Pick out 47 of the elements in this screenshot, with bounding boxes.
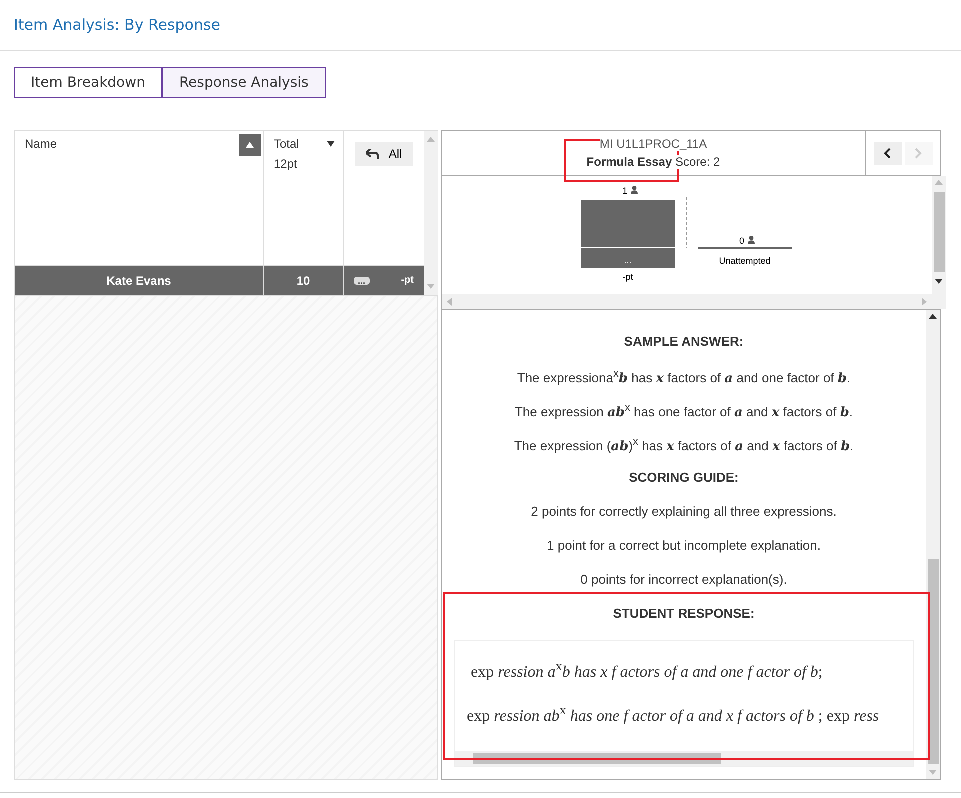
view-tab[interactable]: Item Breakdown <box>14 67 162 98</box>
column-header: Total <box>274 137 300 151</box>
response-line: exp ression ab$^{x}$ has one f actor of a and x f actors of b ; exp ress <box>467 708 880 726</box>
block-label: ... <box>624 255 632 265</box>
sort-up-icon <box>246 142 254 148</box>
item-type: Formula Essay <box>586 155 672 169</box>
sort-button[interactable] <box>239 134 261 156</box>
paragraph: The expression (ab)$^{x}$ has x factors of a and x factors of b. <box>514 436 854 456</box>
scroll-thumb[interactable] <box>934 192 944 272</box>
section-heading: SCORING GUIDE: <box>629 470 739 485</box>
response-block[interactable] <box>581 248 675 268</box>
item-score-label: Score: 2 <box>676 155 720 169</box>
section-heading: STUDENT RESPONSE: <box>613 606 755 621</box>
previous-button[interactable] <box>874 142 902 164</box>
student-row[interactable]: Kate Evans 10 ... -pt <box>15 266 424 295</box>
scroll-up-icon[interactable] <box>929 314 937 319</box>
paragraph: 1 point for a correct but incomplete explanation. <box>547 538 821 555</box>
sort-down-icon[interactable] <box>327 141 335 147</box>
chevron-right-icon <box>915 148 922 158</box>
item-id: MI U1L1PROC_11A <box>600 137 708 151</box>
response-count: 1 <box>622 186 628 196</box>
item-score: -pt <box>401 275 414 286</box>
page-title: Item Analysis: By Response <box>14 16 221 34</box>
scroll-right-icon[interactable] <box>922 298 927 306</box>
group-label: Unattempted <box>719 256 771 266</box>
column-header: Name <box>25 137 58 151</box>
view-tab[interactable]: Response Analysis <box>162 67 326 98</box>
response-chip[interactable]: ... <box>354 276 370 285</box>
person-icon <box>748 236 755 244</box>
total-score: 10 <box>296 274 310 288</box>
paragraph: 2 points for correctly explaining all three expressions. <box>531 504 837 521</box>
chevron-left-icon <box>884 148 891 158</box>
paragraph: 0 points for incorrect explanation(s). <box>580 572 788 589</box>
scroll-down-icon[interactable] <box>935 279 943 284</box>
scroll-left-icon[interactable] <box>447 298 452 306</box>
group-label: -pt <box>622 272 634 282</box>
response-block[interactable] <box>581 200 675 248</box>
response-line: exp ression a$^{x}$b has x f actors of a and one f actor of b; <box>471 664 823 682</box>
paragraph: The expressiona$^{x}$b has x factors of a and one factor of b. <box>517 368 851 388</box>
response-count: 0 <box>740 236 744 246</box>
total-points: 12pt <box>274 157 298 171</box>
person-icon <box>631 186 638 194</box>
student-name: Kate Evans <box>106 274 172 288</box>
paragraph: The expression ab$^{x}$ has one factor of a and x factors of b. <box>514 402 854 422</box>
all-button[interactable]: All <box>355 142 413 166</box>
section-heading: SAMPLE ANSWER: <box>624 334 744 349</box>
back-arrow-icon <box>366 149 379 159</box>
